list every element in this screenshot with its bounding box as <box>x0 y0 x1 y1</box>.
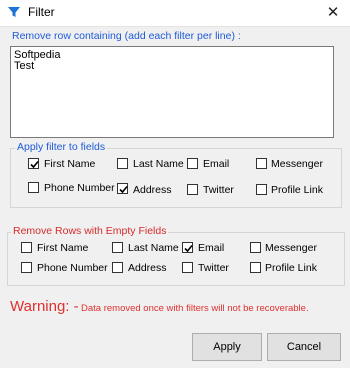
empty-profile-link-label: Profile Link <box>265 262 317 274</box>
apply-twitter-checkbox[interactable] <box>187 184 198 195</box>
apply-profile-link-label: Profile Link <box>271 184 323 196</box>
empty-phone-number-label: Phone Number <box>37 262 108 274</box>
empty-twitter-checkbox[interactable] <box>182 262 193 273</box>
apply-button[interactable]: Apply <box>192 333 262 361</box>
apply-address-label: Address <box>133 184 172 196</box>
apply-phone-number-checkbox[interactable] <box>28 182 39 193</box>
check-icon <box>184 244 193 253</box>
apply-messenger-label: Messenger <box>271 158 323 170</box>
empty-twitter-label: Twitter <box>198 262 229 274</box>
apply-messenger-checkbox[interactable] <box>256 158 267 169</box>
apply-phone-number-label: Phone Number <box>44 182 115 194</box>
apply-first-name-checkbox[interactable] <box>28 158 39 169</box>
empty-last-name-checkbox[interactable] <box>112 242 123 253</box>
empty-address-checkbox[interactable] <box>112 262 123 273</box>
check-icon <box>30 160 39 169</box>
warning-title: Warning: - <box>10 298 79 315</box>
warning-text: Data removed once with filters will not … <box>81 303 309 314</box>
empty-profile-link-checkbox[interactable] <box>250 262 261 273</box>
empty-first-name-label: First Name <box>37 242 89 254</box>
remove-contains-label: Remove row containing (add each filter p… <box>12 30 241 42</box>
empty-phone-number-checkbox[interactable] <box>21 262 32 273</box>
filter-textarea[interactable]: Softpedia Test <box>10 46 334 138</box>
empty-fields-label: Remove Rows with Empty Fields <box>11 225 169 237</box>
empty-first-name-checkbox[interactable] <box>21 242 32 253</box>
empty-email-label: Email <box>198 242 225 254</box>
apply-last-name-label: Last Name <box>133 158 184 170</box>
apply-email-checkbox[interactable] <box>187 158 198 169</box>
apply-fields-label: Apply filter to fields <box>15 141 108 153</box>
apply-first-name-label: First Name <box>44 158 96 170</box>
filter-line: Test <box>14 60 35 72</box>
empty-email-checkbox[interactable] <box>182 242 193 253</box>
check-icon <box>119 185 128 194</box>
cancel-button[interactable]: Cancel <box>267 333 341 361</box>
empty-fields-group <box>7 232 345 286</box>
apply-fields-group <box>10 148 342 208</box>
empty-messenger-label: Messenger <box>265 242 317 254</box>
apply-last-name-checkbox[interactable] <box>117 158 128 169</box>
apply-twitter-label: Twitter <box>203 184 234 196</box>
empty-address-label: Address <box>128 262 167 274</box>
filter-icon <box>8 7 20 17</box>
apply-email-label: Email <box>203 158 230 170</box>
apply-profile-link-checkbox[interactable] <box>256 184 267 195</box>
apply-address-checkbox[interactable] <box>117 183 128 194</box>
filter-line: Softpedia <box>14 49 61 61</box>
empty-last-name-label: Last Name <box>128 242 179 254</box>
title-bar: Filter ✕ <box>0 0 350 27</box>
close-button[interactable]: ✕ <box>322 3 344 23</box>
window-title: Filter <box>28 5 55 19</box>
empty-messenger-checkbox[interactable] <box>250 242 261 253</box>
